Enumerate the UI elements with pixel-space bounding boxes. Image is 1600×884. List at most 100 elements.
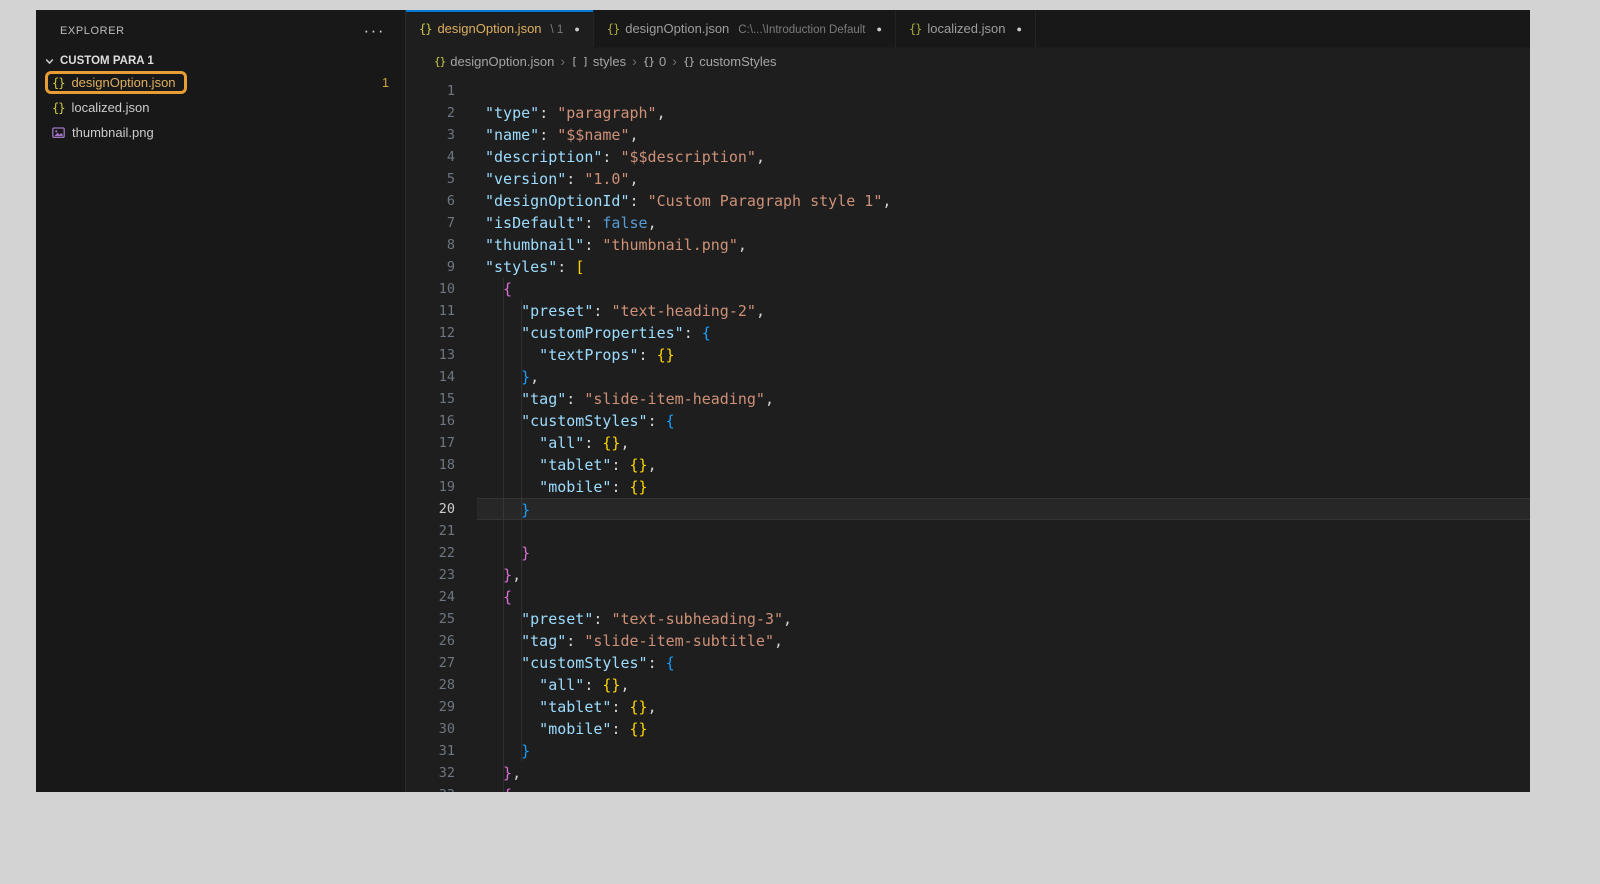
line-content[interactable]: { bbox=[477, 278, 1530, 300]
json-braces-icon: {} bbox=[52, 77, 64, 89]
line-number[interactable]: 10 bbox=[406, 278, 455, 300]
line-content[interactable]: }, bbox=[477, 762, 1530, 784]
code-token: : bbox=[566, 170, 584, 188]
line-number[interactable]: 15 bbox=[406, 388, 455, 410]
tab-1-designOption.json[interactable]: {}designOption.json\ 1● bbox=[406, 10, 594, 47]
line-content[interactable]: "textProps": {} bbox=[477, 344, 1530, 366]
code-token: {} bbox=[602, 434, 620, 452]
line-number[interactable]: 21 bbox=[406, 520, 455, 542]
line-number[interactable]: 30 bbox=[406, 718, 455, 740]
line-number[interactable]: 28 bbox=[406, 674, 455, 696]
explorer-file-localized.json[interactable]: {}localized.json bbox=[36, 95, 405, 120]
code-token: : bbox=[593, 302, 611, 320]
line-content[interactable]: "customStyles": { bbox=[477, 410, 1530, 432]
line-number[interactable]: 24 bbox=[406, 586, 455, 608]
code-token: , bbox=[657, 104, 666, 122]
code-token: "mobile" bbox=[485, 478, 611, 496]
line-content[interactable]: }, bbox=[477, 564, 1530, 586]
code-token: {} bbox=[630, 698, 648, 716]
code-editor[interactable]: 12 "type": "paragraph", 3 "name": "$$name",… bbox=[406, 74, 1530, 792]
line-number[interactable]: 25 bbox=[406, 608, 455, 630]
line-content[interactable]: "mobile": {} bbox=[477, 718, 1530, 740]
line-content[interactable]: "all": {}, bbox=[477, 674, 1530, 696]
line-content[interactable]: }, bbox=[477, 366, 1530, 388]
code-token: } bbox=[485, 544, 530, 562]
tab-2-designOption.json[interactable]: {}designOption.jsonC:\...\Introduction D… bbox=[594, 10, 896, 47]
line-number[interactable]: 8 bbox=[406, 234, 455, 256]
line-content[interactable]: "version": "1.0", bbox=[477, 168, 1530, 190]
breadcrumb-item-0[interactable]: {}0 bbox=[643, 54, 666, 69]
line-content[interactable]: "preset": "text-subheading-3", bbox=[477, 608, 1530, 630]
line-number[interactable]: 18 bbox=[406, 454, 455, 476]
tab-path-detail: \ 1 bbox=[551, 22, 564, 36]
line-number[interactable]: 20 bbox=[406, 498, 455, 520]
explorer-file-designOption.json[interactable]: {}designOption.json1 bbox=[36, 70, 405, 95]
breadcrumb-item-designOption.json[interactable]: {}designOption.json bbox=[434, 54, 554, 69]
code-token: : bbox=[539, 126, 557, 144]
line-number[interactable]: 4 bbox=[406, 146, 455, 168]
line-number[interactable]: 13 bbox=[406, 344, 455, 366]
line-content[interactable] bbox=[477, 80, 1530, 102]
line-content[interactable]: "tablet": {}, bbox=[477, 454, 1530, 476]
code-token: } bbox=[485, 566, 512, 584]
tab-path-detail: C:\...\Introduction Default bbox=[738, 22, 865, 36]
line-content[interactable]: } bbox=[477, 542, 1530, 564]
line-number[interactable]: 11 bbox=[406, 300, 455, 322]
line-content[interactable]: "isDefault": false, bbox=[477, 212, 1530, 234]
more-actions-icon[interactable]: ··· bbox=[364, 26, 385, 36]
modified-dot-icon[interactable]: ● bbox=[877, 24, 882, 34]
line-number[interactable]: 29 bbox=[406, 696, 455, 718]
line-number[interactable]: 19 bbox=[406, 476, 455, 498]
line-content[interactable]: "preset": "text-heading-2", bbox=[477, 300, 1530, 322]
code-token: { bbox=[485, 786, 512, 792]
line-content[interactable]: "tablet": {}, bbox=[477, 696, 1530, 718]
breadcrumb-label: designOption.json bbox=[450, 54, 554, 69]
line-number[interactable]: 31 bbox=[406, 740, 455, 762]
line-number[interactable]: 14 bbox=[406, 366, 455, 388]
line-content[interactable]: "type": "paragraph", bbox=[477, 102, 1530, 124]
line-content[interactable]: "mobile": {} bbox=[477, 476, 1530, 498]
code-token: "designOptionId" bbox=[485, 192, 630, 210]
line-number[interactable]: 2 bbox=[406, 102, 455, 124]
line-number[interactable]: 7 bbox=[406, 212, 455, 234]
line-number[interactable]: 17 bbox=[406, 432, 455, 454]
line-content[interactable]: "styles": [ bbox=[477, 256, 1530, 278]
line-number[interactable]: 1 bbox=[406, 80, 455, 102]
line-number[interactable]: 23 bbox=[406, 564, 455, 586]
line-content[interactable]: "designOptionId": "Custom Paragraph styl… bbox=[477, 190, 1530, 212]
modified-dot-icon[interactable]: ● bbox=[1016, 24, 1021, 34]
line-content[interactable]: "name": "$$name", bbox=[477, 124, 1530, 146]
explorer-file-thumbnail.png[interactable]: thumbnail.png bbox=[36, 120, 405, 145]
line-content[interactable]: "thumbnail": "thumbnail.png", bbox=[477, 234, 1530, 256]
line-content[interactable] bbox=[477, 520, 1530, 542]
line-number[interactable]: 27 bbox=[406, 652, 455, 674]
line-content[interactable]: "customProperties": { bbox=[477, 322, 1530, 344]
code-token: { bbox=[485, 280, 512, 298]
folder-section-header[interactable]: CUSTOM PARA 1 bbox=[36, 52, 405, 70]
line-content[interactable]: { bbox=[477, 586, 1530, 608]
line-content[interactable]: "tag": "slide-item-subtitle", bbox=[477, 630, 1530, 652]
line-content[interactable]: "description": "$$description", bbox=[477, 146, 1530, 168]
tab-3-localized.json[interactable]: {}localized.json● bbox=[896, 10, 1036, 47]
line-number[interactable]: 26 bbox=[406, 630, 455, 652]
modified-dot-icon[interactable]: ● bbox=[574, 24, 579, 34]
line-content[interactable]: "tag": "slide-item-heading", bbox=[477, 388, 1530, 410]
problems-count-badge: 1 bbox=[382, 76, 389, 90]
line-content[interactable]: } bbox=[477, 498, 1530, 520]
line-content[interactable]: "customStyles": { bbox=[477, 652, 1530, 674]
line-number[interactable]: 12 bbox=[406, 322, 455, 344]
line-content[interactable]: "all": {}, bbox=[477, 432, 1530, 454]
tab-label: designOption.json bbox=[625, 21, 729, 36]
breadcrumb-item-customStyles[interactable]: {}customStyles bbox=[683, 54, 777, 69]
line-number[interactable]: 6 bbox=[406, 190, 455, 212]
line-number[interactable]: 16 bbox=[406, 410, 455, 432]
breadcrumb-item-styles[interactable]: [ ]styles bbox=[571, 54, 626, 69]
line-content[interactable]: } bbox=[477, 740, 1530, 762]
line-number[interactable]: 33 bbox=[406, 784, 455, 792]
line-number[interactable]: 9 bbox=[406, 256, 455, 278]
line-number[interactable]: 5 bbox=[406, 168, 455, 190]
line-content[interactable]: { bbox=[477, 784, 1530, 792]
line-number[interactable]: 22 bbox=[406, 542, 455, 564]
line-number[interactable]: 3 bbox=[406, 124, 455, 146]
line-number[interactable]: 32 bbox=[406, 762, 455, 784]
